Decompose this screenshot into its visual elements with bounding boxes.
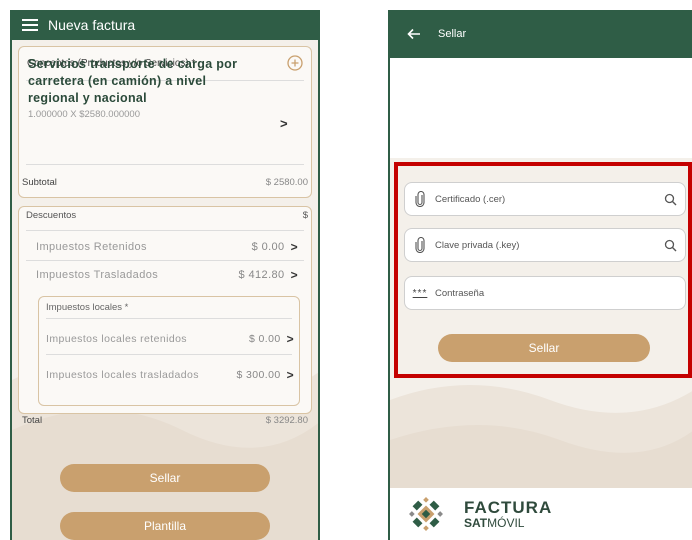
brand-text: FACTURA SATMÓVIL bbox=[464, 499, 552, 529]
chevron-right-icon: > bbox=[286, 332, 294, 346]
app-bar: Nueva factura bbox=[12, 10, 318, 40]
app-bar: Sellar bbox=[390, 10, 692, 58]
hamburger-menu-icon[interactable] bbox=[12, 19, 48, 31]
sellar-button[interactable]: Sellar bbox=[60, 464, 270, 492]
paperclip-icon bbox=[405, 237, 435, 253]
descuentos-value: $ bbox=[302, 210, 308, 221]
search-icon[interactable] bbox=[655, 193, 685, 206]
chevron-right-icon: > bbox=[290, 240, 298, 254]
sellar-button[interactable]: Sellar bbox=[438, 334, 650, 362]
divider bbox=[46, 354, 292, 355]
impuestos-trasladados-value: $ 412.80 bbox=[238, 269, 285, 281]
concept-item[interactable]: Servicios transporte de carga por carret… bbox=[28, 56, 292, 120]
page-title: Sellar bbox=[438, 28, 467, 40]
page-title: Nueva factura bbox=[48, 17, 136, 33]
impuestos-locales-trasladados-row[interactable]: Impuestos locales trasladados $ 300.00 > bbox=[46, 368, 294, 382]
plantilla-button[interactable]: Plantilla bbox=[60, 512, 270, 540]
sellar-screen: Sellar Certificado (.cer) Clave privada … bbox=[388, 10, 692, 540]
clave-privada-field[interactable]: Clave privada (.key) bbox=[404, 228, 686, 262]
chevron-right-icon: > bbox=[286, 368, 294, 382]
impuestos-locales-retenidos-label: Impuestos locales retenidos bbox=[46, 333, 187, 345]
impuestos-retenidos-label: Impuestos Retenidos bbox=[36, 241, 147, 253]
total-value: $ 3292.80 bbox=[265, 414, 308, 426]
clave-privada-label: Clave privada (.key) bbox=[435, 239, 520, 251]
impuestos-locales-header: Impuestos locales * bbox=[46, 302, 129, 313]
descuentos-row[interactable]: Descuentos $ bbox=[26, 210, 308, 221]
divider bbox=[26, 230, 304, 231]
factura-sat-logo bbox=[409, 497, 443, 531]
top-blank-area bbox=[390, 58, 692, 158]
background-wave bbox=[390, 385, 692, 500]
certificado-field[interactable]: Certificado (.cer) bbox=[404, 182, 686, 216]
divider bbox=[26, 260, 304, 261]
subtotal-row: Subtotal $ 2580.00 bbox=[18, 170, 312, 194]
paperclip-icon bbox=[405, 191, 435, 207]
footer-brand: FACTURA SATMÓVIL bbox=[390, 488, 692, 540]
subtotal-label: Subtotal bbox=[22, 176, 57, 188]
total-label: Total bbox=[22, 414, 43, 426]
password-icon: *** bbox=[412, 287, 428, 299]
brand-sat: SAT bbox=[464, 516, 488, 530]
impuestos-locales-retenidos-row[interactable]: Impuestos locales retenidos $ 0.00 > bbox=[46, 332, 294, 346]
brand-line1: FACTURA bbox=[464, 498, 553, 517]
chevron-right-icon[interactable]: > bbox=[280, 116, 288, 131]
concept-quantity-price: 1.000000 X $2580.000000 bbox=[28, 109, 140, 120]
chevron-right-icon: > bbox=[290, 268, 298, 282]
invoice-screen: Nueva factura Conceptos (Productos y/o S… bbox=[10, 10, 320, 540]
impuestos-trasladados-label: Impuestos Trasladados bbox=[36, 269, 159, 281]
descuentos-label: Descuentos bbox=[26, 210, 77, 221]
impuestos-locales-trasladados-value: $ 300.00 bbox=[236, 369, 281, 381]
concept-description: Servicios transporte de carga por carret… bbox=[28, 57, 238, 105]
divider bbox=[26, 164, 304, 165]
contrasena-label: Contraseña bbox=[435, 287, 485, 299]
subtotal-value: $ 2580.00 bbox=[265, 176, 308, 188]
total-row: Total $ 3292.80 bbox=[18, 410, 312, 430]
divider bbox=[46, 318, 292, 319]
search-icon[interactable] bbox=[655, 239, 685, 252]
certificado-label: Certificado (.cer) bbox=[435, 193, 506, 205]
impuestos-trasladados-row[interactable]: Impuestos Trasladados $ 412.80 > bbox=[36, 268, 298, 282]
impuestos-retenidos-row[interactable]: Impuestos Retenidos $ 0.00 > bbox=[36, 240, 298, 254]
impuestos-retenidos-value: $ 0.00 bbox=[251, 241, 285, 253]
impuestos-locales-retenidos-value: $ 0.00 bbox=[248, 333, 281, 345]
impuestos-locales-trasladados-label: Impuestos locales trasladados bbox=[46, 369, 199, 381]
contrasena-field[interactable]: *** Contraseña bbox=[404, 276, 686, 310]
brand-movil: MÓVIL bbox=[487, 516, 525, 530]
arrow-left-icon[interactable] bbox=[390, 28, 438, 40]
